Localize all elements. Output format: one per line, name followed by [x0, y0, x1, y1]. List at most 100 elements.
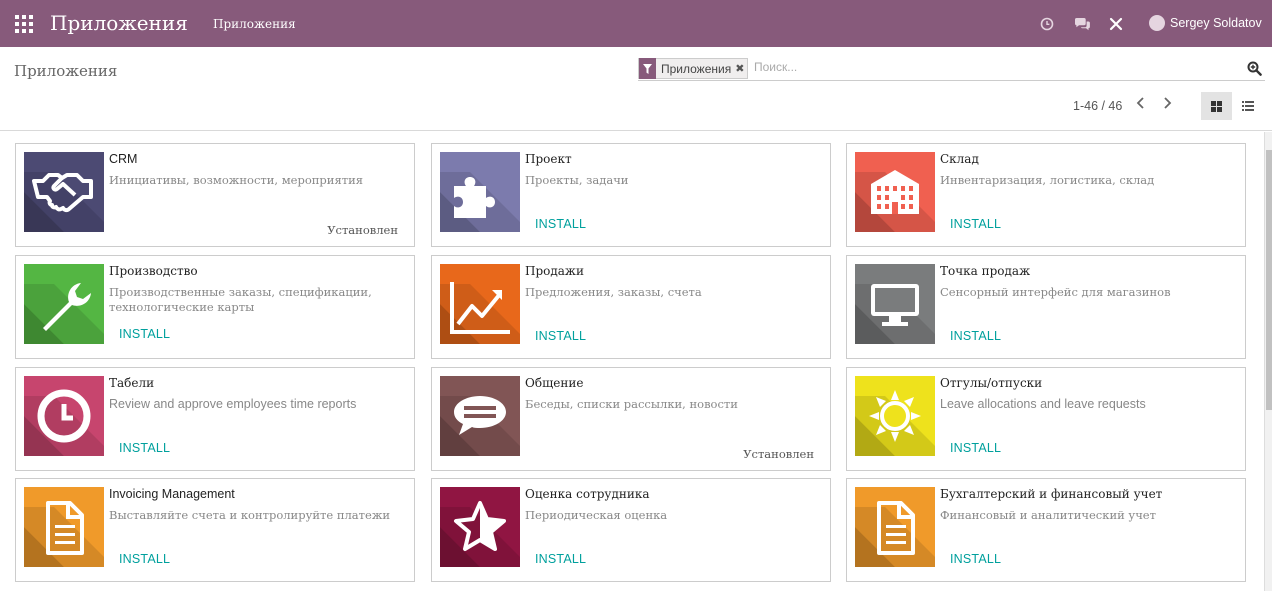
app-description: Периодическая оценка — [525, 508, 668, 522]
scrollbar[interactable] — [1264, 132, 1272, 591]
app-title: Точка продаж — [940, 264, 1031, 278]
search-input[interactable] — [754, 60, 1234, 74]
apps-grid-icon[interactable] — [15, 15, 33, 33]
app-title: Бухгалтерский и финансовый учет — [940, 487, 1163, 501]
speech-bubble-icon — [440, 396, 520, 456]
app-card[interactable]: Оценка сотрудника Периодическая оценка INS… — [431, 478, 831, 582]
search-bar: Приложения ✖ — [638, 58, 1265, 81]
app-icon-box — [440, 264, 520, 344]
building-icon — [855, 170, 935, 232]
chart-line-icon — [440, 282, 520, 344]
app-title: Проект — [525, 152, 572, 166]
installed-status: Установлен — [743, 447, 814, 461]
install-button[interactable]: INSTALL — [950, 217, 1001, 231]
handshake-icon — [24, 172, 104, 232]
app-card[interactable]: Продажи Предложения, заказы, счета INSTALL — [431, 255, 831, 359]
pager-value[interactable]: 1-46 / 46 — [1073, 99, 1122, 113]
list-icon — [1242, 101, 1254, 111]
app-icon-box — [855, 487, 935, 567]
kanban-icon — [1211, 100, 1222, 112]
pager-previous-button[interactable] — [1136, 96, 1145, 114]
app-icon-box — [440, 152, 520, 232]
install-button[interactable]: INSTALL — [950, 441, 1001, 455]
app-description: Предложения, заказы, счета — [525, 285, 702, 299]
scrollbar-thumb[interactable] — [1266, 150, 1272, 410]
app-description: Инициативы, возможности, мероприятия — [109, 173, 363, 187]
top-navbar: Приложения Приложения Sergey Soldatov — [0, 0, 1272, 47]
wrench-icon — [24, 283, 104, 344]
install-button[interactable]: INSTALL — [950, 329, 1001, 343]
install-button[interactable]: INSTALL — [535, 552, 586, 566]
install-button[interactable]: INSTALL — [950, 552, 1001, 566]
app-title: Общение — [525, 376, 584, 390]
app-brand-title: Приложения — [50, 11, 188, 35]
filter-icon — [639, 58, 656, 79]
document-icon — [855, 501, 935, 567]
app-description: Беседы, списки рассылки, новости — [525, 397, 738, 411]
list-view-button[interactable] — [1236, 92, 1260, 120]
app-title: Табели — [109, 376, 155, 390]
app-card[interactable]: Склад Инвентаризация, логистика, склад INS… — [846, 143, 1246, 247]
pager-next-button[interactable] — [1163, 96, 1172, 114]
app-card[interactable]: Invoicing Management Выставляйте счета и … — [15, 478, 415, 582]
app-description: Leave allocations and leave requests — [940, 397, 1146, 411]
app-description: Финансовый и аналитический учет — [940, 508, 1156, 522]
nav-menu-apps[interactable]: Приложения — [213, 17, 296, 31]
facet-remove-icon[interactable]: ✖ — [735, 62, 747, 75]
app-icon-box — [24, 376, 104, 456]
install-button[interactable]: INSTALL — [119, 552, 170, 566]
app-card[interactable]: Табели Review and approve employees time … — [15, 367, 415, 471]
user-name: Sergey Soldatov — [1170, 16, 1262, 30]
app-description: Review and approve employees time report… — [109, 397, 357, 411]
clock-face-icon — [24, 389, 104, 456]
app-card[interactable]: Точка продаж Сенсорный интерфейс для мага… — [846, 255, 1246, 359]
chat-icon[interactable] — [1074, 0, 1092, 47]
breadcrumb: Приложения — [14, 62, 118, 80]
app-icon-box — [24, 152, 104, 232]
install-button[interactable]: INSTALL — [119, 327, 170, 341]
avatar — [1149, 15, 1165, 31]
app-title: Оценка сотрудника — [525, 487, 650, 501]
install-button[interactable]: INSTALL — [119, 441, 170, 455]
app-card[interactable]: CRM Инициативы, возможности, мероприятия У… — [15, 143, 415, 247]
debug-icon[interactable] — [1109, 0, 1125, 47]
kanban-view-button[interactable] — [1201, 92, 1232, 120]
app-description: Сенсорный интерфейс для магазинов — [940, 285, 1171, 299]
control-panel: Приложения Приложения ✖ 1-46 / 46 — [0, 47, 1272, 131]
installed-status: Установлен — [327, 223, 398, 237]
app-title: Склад — [940, 152, 979, 166]
app-description: Инвентаризация, логистика, склад — [940, 173, 1155, 187]
app-description: Проекты, задачи — [525, 173, 629, 187]
app-icon-box — [24, 487, 104, 567]
app-icon-box — [24, 264, 104, 344]
app-title: Продажи — [525, 264, 584, 278]
app-icon-box — [855, 376, 935, 456]
app-title: Invoicing Management — [109, 487, 235, 501]
app-card[interactable]: Отгулы/отпуски Leave allocations and leav… — [846, 367, 1246, 471]
app-title: Отгулы/отпуски — [940, 376, 1043, 390]
app-title: CRM — [109, 152, 138, 166]
app-card[interactable]: Бухгалтерский и финансовый учет Финансовы… — [846, 478, 1246, 582]
search-facet: Приложения ✖ — [638, 58, 749, 79]
app-description: Выставляйте счета и контролируйте платеж… — [109, 508, 391, 522]
app-icon-box — [440, 487, 520, 567]
apps-kanban: CRM Инициативы, возможности, мероприятия У… — [0, 132, 1264, 591]
app-icon-box — [855, 264, 935, 344]
search-icon[interactable] — [1247, 61, 1262, 76]
app-card[interactable]: Проект Проекты, задачи INSTALL — [431, 143, 831, 247]
app-icon-box — [440, 376, 520, 456]
install-button[interactable]: INSTALL — [535, 329, 586, 343]
sun-icon — [855, 390, 935, 456]
app-title: Производство — [109, 264, 198, 278]
document-icon — [24, 501, 104, 567]
clock-icon[interactable] — [1040, 0, 1056, 47]
star-icon — [440, 501, 520, 567]
install-button[interactable]: INSTALL — [535, 217, 586, 231]
app-card[interactable]: Общение Беседы, списки рассылки, новости У… — [431, 367, 831, 471]
monitor-icon — [855, 284, 935, 344]
app-icon-box — [855, 152, 935, 232]
app-card[interactable]: Производство Производственные заказы, спе… — [15, 255, 415, 359]
app-description: Производственные заказы, спецификации, т… — [109, 285, 372, 314]
facet-label: Приложения — [661, 61, 732, 76]
user-menu[interactable]: Sergey Soldatov — [1149, 15, 1262, 31]
